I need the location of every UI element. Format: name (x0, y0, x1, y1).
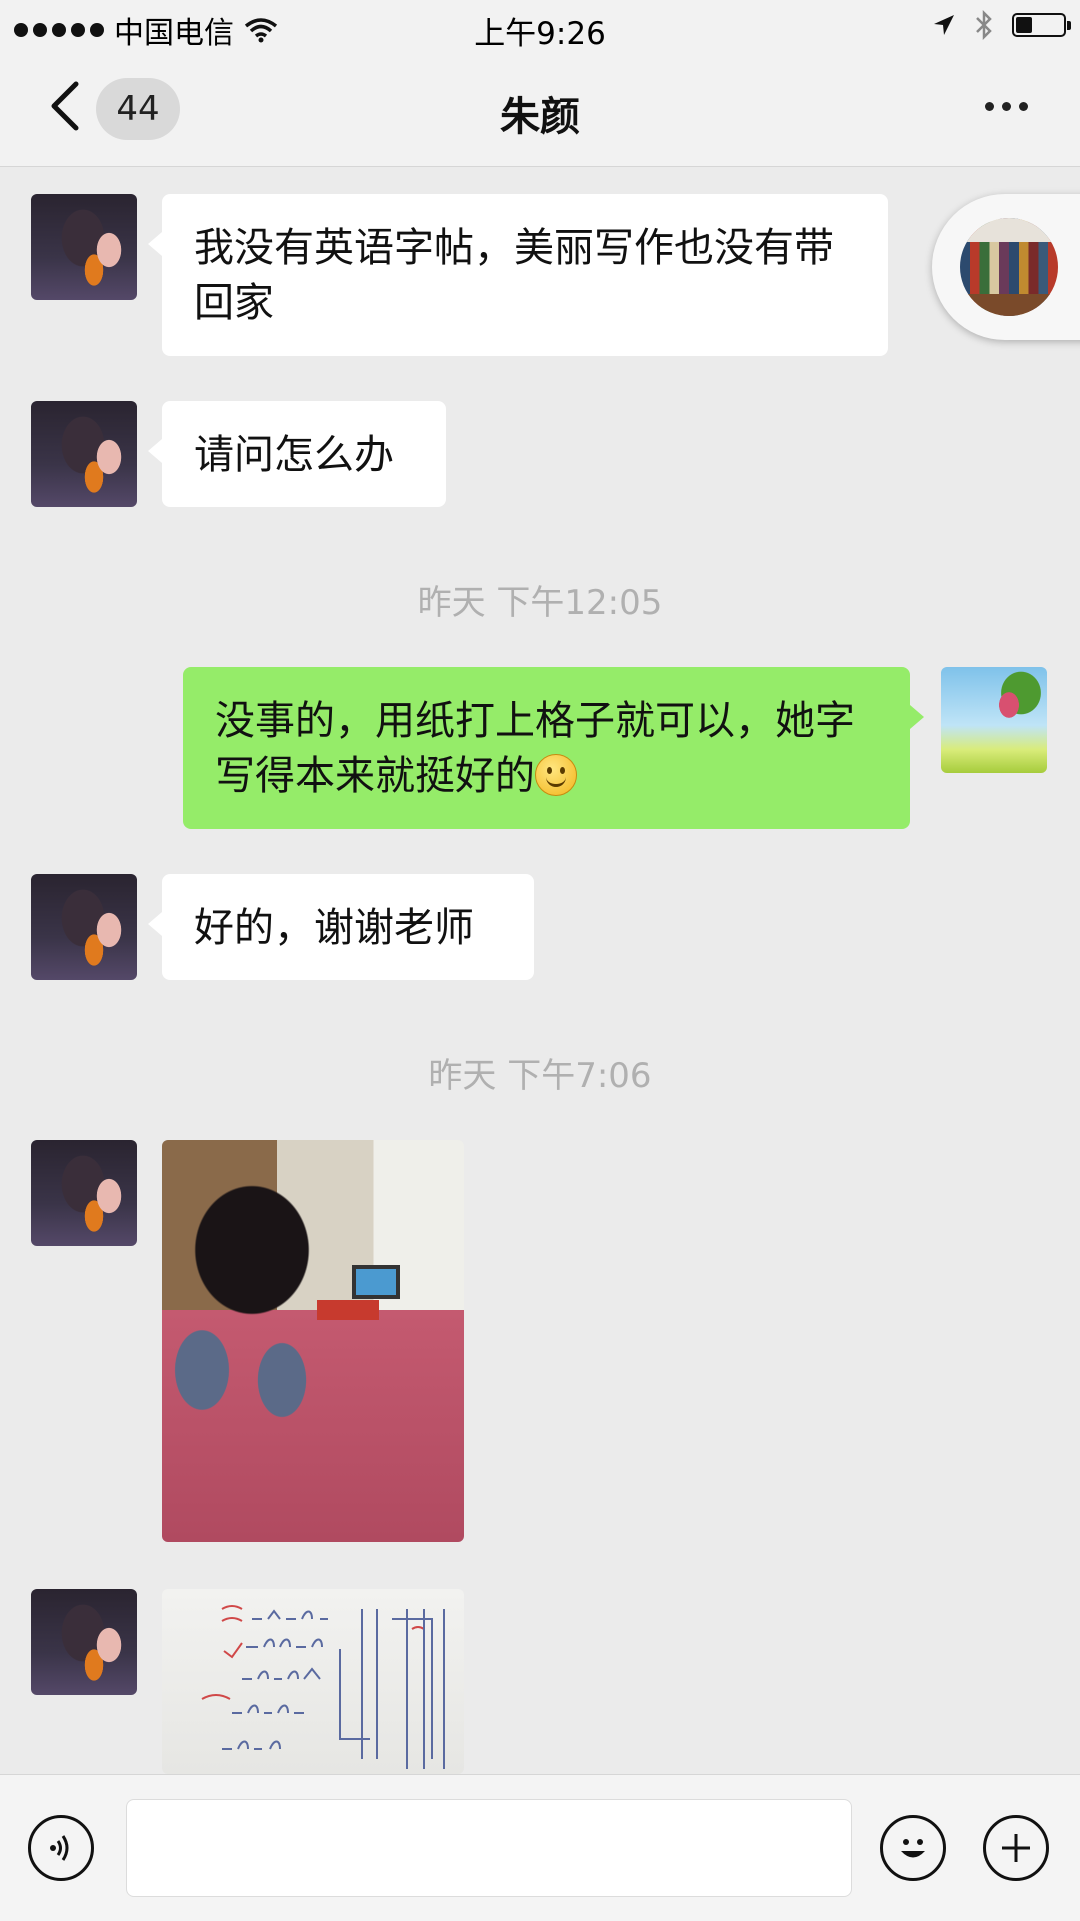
message-bubble-outgoing[interactable]: 没事的，用纸打上格子就可以，她字写得本来就挺好的 (183, 667, 924, 829)
nav-bar: 44 朱颜 (0, 52, 1080, 167)
timestamp: 昨天 下午12:05 (417, 583, 663, 623)
location-arrow-icon (934, 15, 954, 35)
message-input[interactable] (126, 1799, 852, 1897)
homework-answers-photo[interactable] (162, 1589, 464, 1774)
child-doing-homework-photo[interactable] (162, 1140, 464, 1542)
battery-level (1016, 17, 1032, 33)
plus-glyph (1002, 1834, 1030, 1862)
photo-detail-book (317, 1300, 379, 1320)
emoji-icon[interactable] (880, 1815, 946, 1881)
handwriting-drawing (201, 1605, 445, 1769)
status-bar: 中国电信 上午9:26 (0, 0, 1080, 52)
timestamp: 昨天 下午7:06 (428, 1056, 652, 1096)
contact-avatar[interactable] (31, 1140, 137, 1246)
input-bar (0, 1774, 1080, 1921)
emoji-glyph (901, 1839, 925, 1858)
smile-emoji-icon (535, 754, 577, 796)
message-bubble-incoming[interactable]: 好的，谢谢老师 (148, 874, 534, 980)
battery-icon (1012, 13, 1071, 37)
more-dots-icon[interactable] (985, 102, 1028, 111)
chat-title: 朱颜 (500, 94, 580, 140)
photo-detail-screen (352, 1265, 400, 1299)
message-bubble-incoming[interactable]: 我没有英语字帖，美丽写作也没有带回家 (148, 194, 888, 356)
plus-icon[interactable] (983, 1815, 1049, 1881)
contact-avatar[interactable] (31, 874, 137, 980)
status-right (932, 10, 1071, 40)
bluetooth-icon (976, 10, 992, 40)
bookshelf-thumbnail (960, 218, 1058, 316)
voice-glyph (50, 1835, 69, 1861)
my-avatar[interactable] (941, 667, 1047, 773)
voice-icon[interactable] (28, 1815, 94, 1881)
contact-avatar[interactable] (31, 401, 137, 507)
contact-avatar[interactable] (31, 194, 137, 300)
floating-window-button[interactable] (932, 194, 1080, 340)
contact-avatar[interactable] (31, 1589, 137, 1695)
clock: 上午9:26 (474, 16, 606, 52)
message-bubble-incoming[interactable]: 请问怎么办 (148, 401, 446, 507)
message-text: 没事的，用纸打上格子就可以，她字写得本来就挺好的 (215, 698, 855, 799)
